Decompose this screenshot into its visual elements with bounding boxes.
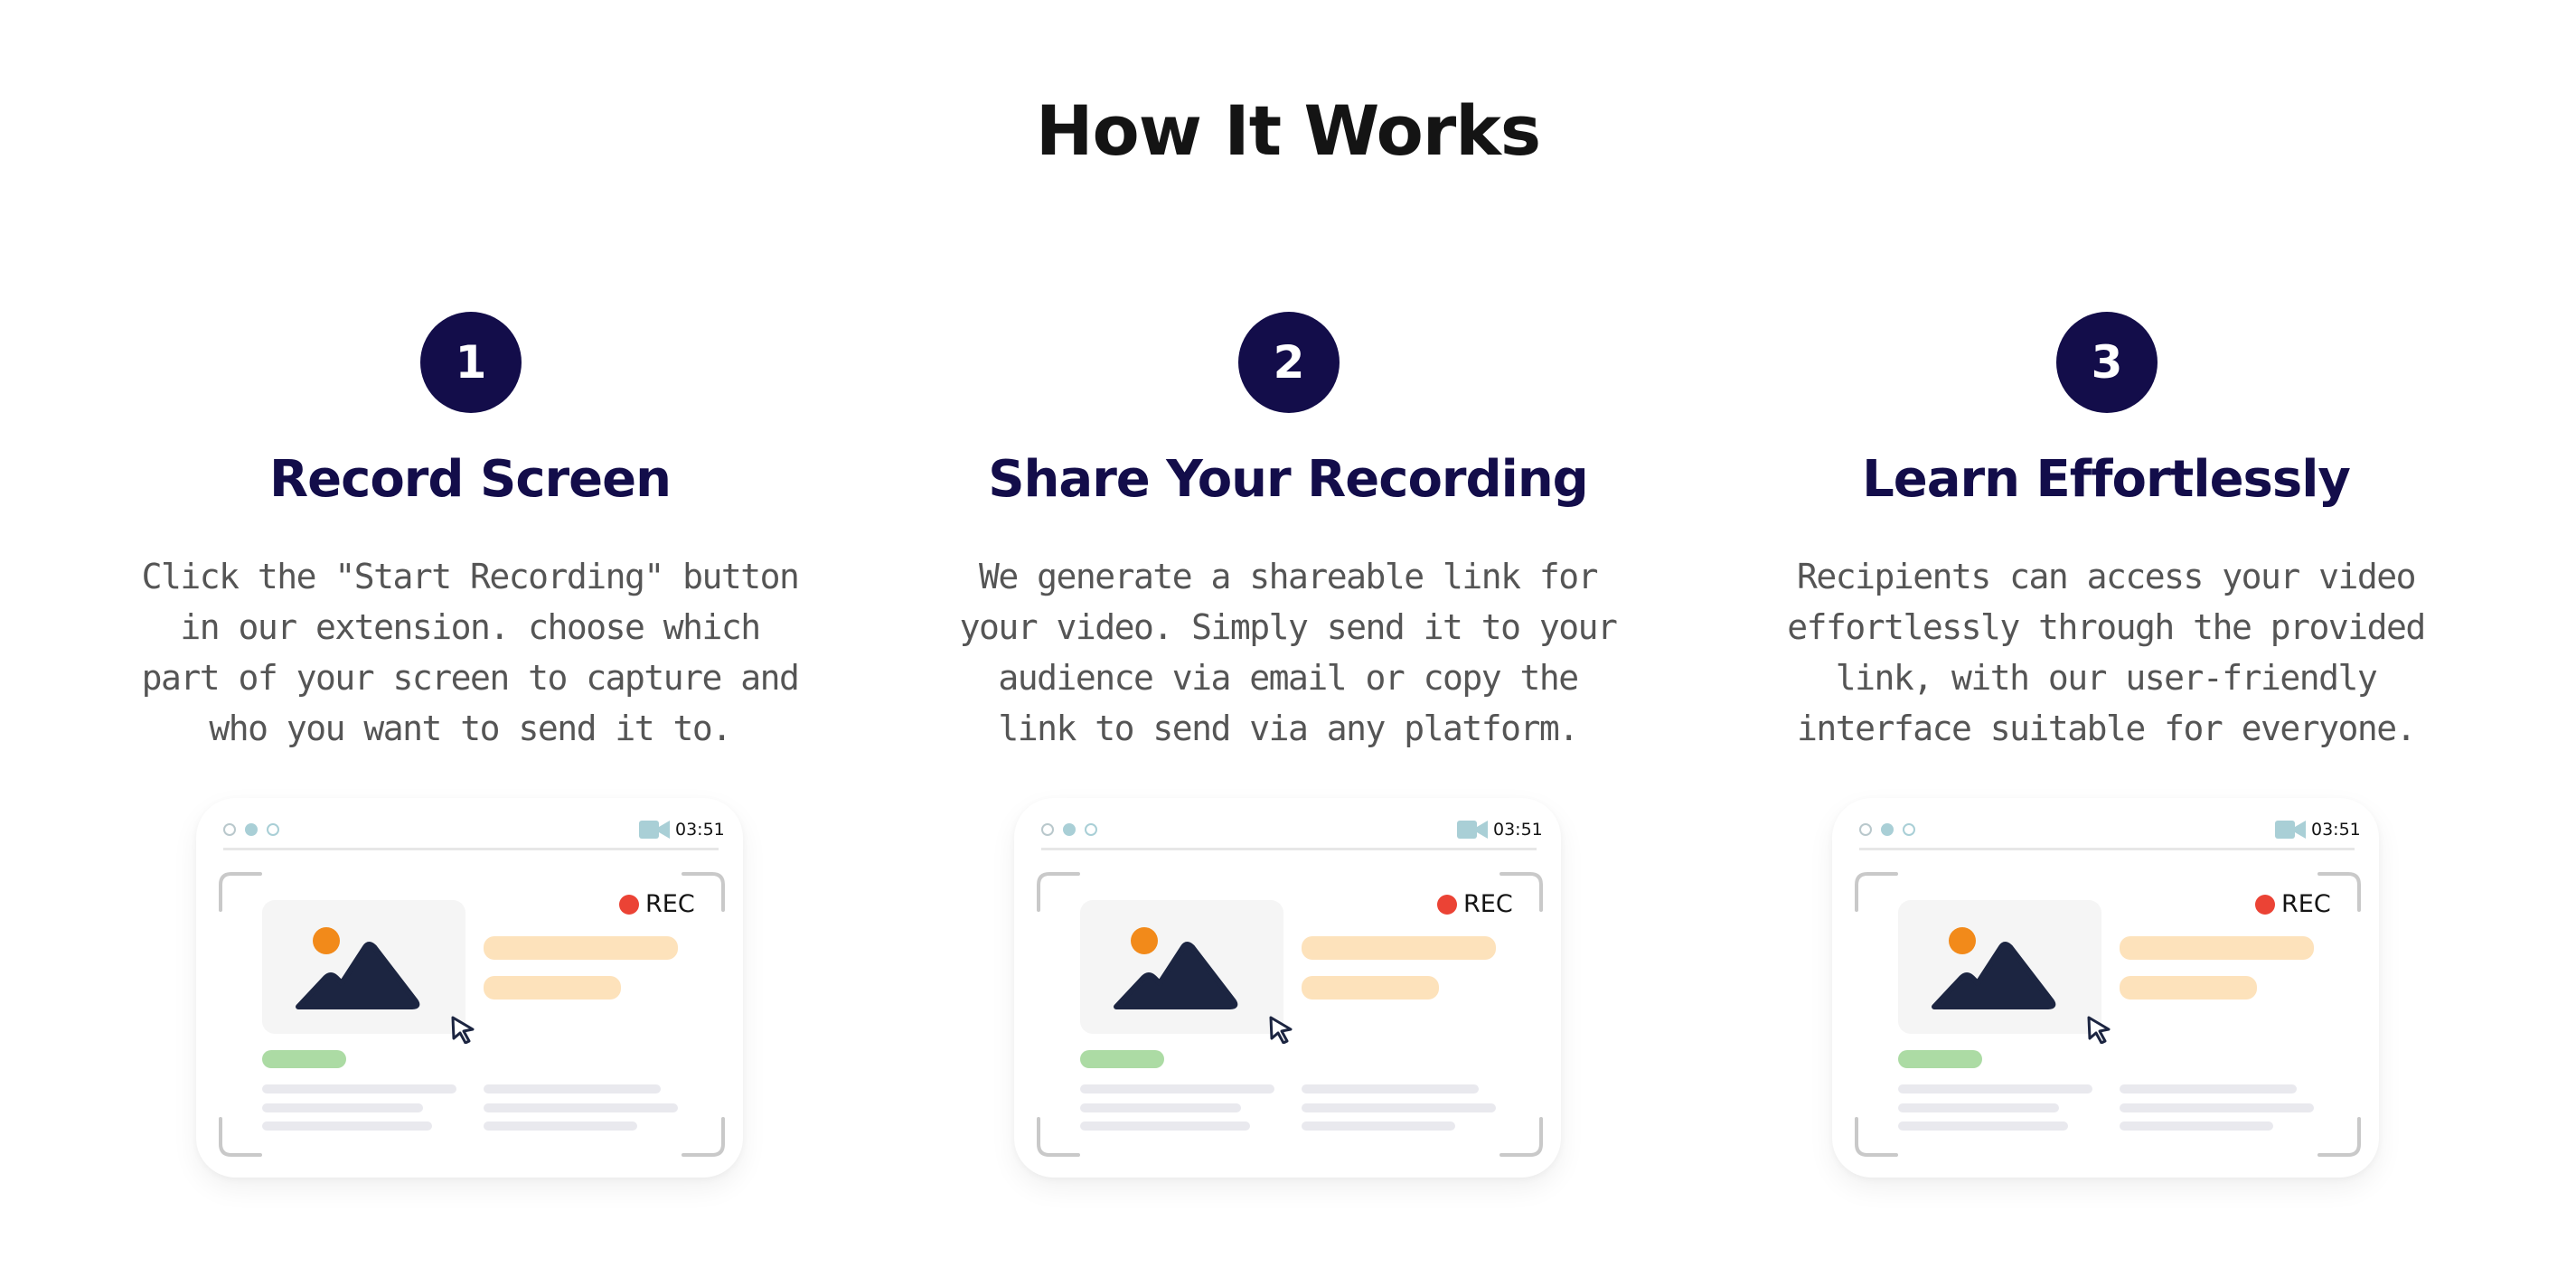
recorder-mockup: 03:51 REC [196, 798, 743, 1178]
recorder-mockup: 03:51 REC [1832, 798, 2379, 1178]
image-placeholder [1898, 900, 2101, 1034]
placeholder-line [1302, 1122, 1455, 1131]
placeholder-bar [2120, 976, 2257, 1000]
steps-row: 1 Record Screen Click the "Start Recordi… [0, 312, 2576, 1234]
window-dot [1063, 823, 1076, 836]
window-dot [223, 823, 236, 836]
image-placeholder [262, 900, 465, 1034]
placeholder-bar [2120, 936, 2314, 960]
placeholder-line [262, 1084, 456, 1093]
placeholder-line [262, 1103, 423, 1112]
video-camera-icon [2275, 821, 2306, 839]
placeholder-line [1898, 1084, 2092, 1093]
step-card-2: 2 Share Your Recording We generate a sha… [945, 312, 1631, 1234]
step-number-badge: 3 [2056, 312, 2158, 413]
placeholder-line [1898, 1122, 2068, 1131]
image-placeholder-icon [1114, 927, 1238, 1009]
placeholder-line [2120, 1103, 2314, 1112]
mockup-window-bar: 03:51 [223, 814, 725, 850]
window-dot [1859, 823, 1872, 836]
mockup-window-bar: 03:51 [1041, 814, 1543, 850]
placeholder-line [1302, 1084, 1479, 1093]
step-description: Click the "Start Recording" button in ou… [141, 557, 800, 748]
window-dot [1881, 823, 1894, 836]
placeholder-bar [1302, 976, 1439, 1000]
placeholder-line [1080, 1084, 1274, 1093]
window-dot [1041, 823, 1054, 836]
placeholder-line [1302, 1103, 1496, 1112]
placeholder-line [484, 1084, 661, 1093]
recording-timer: 03:51 [675, 820, 725, 840]
placeholder-line [484, 1122, 637, 1131]
rec-indicator-dot [619, 895, 639, 915]
step-number-badge: 2 [1238, 312, 1340, 413]
step-title: Learn Effortlessly [1862, 450, 2351, 509]
step-description: We generate a shareable link for your vi… [959, 557, 1618, 748]
placeholder-line [262, 1122, 432, 1131]
rec-label: REC [645, 890, 695, 918]
step-title: Record Screen [269, 450, 672, 509]
video-camera-icon [639, 821, 670, 839]
placeholder-bar [484, 976, 621, 1000]
placeholder-tag [1080, 1050, 1164, 1068]
image-placeholder [1080, 900, 1283, 1034]
placeholder-line [2120, 1122, 2273, 1131]
window-dot [245, 823, 258, 836]
placeholder-bar [484, 936, 678, 960]
step-description: Recipients can access your video effortl… [1787, 557, 2426, 748]
cursor-arrow-icon [2087, 1016, 2111, 1044]
video-camera-icon [1457, 821, 1488, 839]
step-number-badge: 1 [420, 312, 522, 413]
placeholder-line [484, 1103, 678, 1112]
recording-timer: 03:51 [2311, 820, 2361, 840]
mockup-window-bar: 03:51 [1859, 814, 2361, 850]
step-card-1: 1 Record Screen Click the "Start Recordi… [127, 312, 813, 1234]
rec-indicator-dot [2255, 895, 2275, 915]
placeholder-bar [1302, 936, 1496, 960]
placeholder-tag [1898, 1050, 1982, 1068]
placeholder-tag [262, 1050, 346, 1068]
window-dot [267, 823, 279, 836]
section-title: How It Works [1035, 90, 1541, 171]
image-placeholder-icon [296, 927, 420, 1009]
step-title: Share Your Recording [988, 450, 1589, 509]
cursor-arrow-icon [451, 1016, 475, 1044]
placeholder-line [1080, 1122, 1250, 1131]
cursor-arrow-icon [1269, 1016, 1293, 1044]
window-dot [1903, 823, 1915, 836]
recording-timer: 03:51 [1493, 820, 1543, 840]
rec-label: REC [2281, 890, 2331, 918]
recorder-mockup: 03:51 REC [1014, 798, 1561, 1178]
placeholder-line [1898, 1103, 2059, 1112]
window-dot [1085, 823, 1097, 836]
placeholder-line [1080, 1103, 1241, 1112]
rec-indicator-dot [1437, 895, 1457, 915]
step-card-3: 3 Learn Effortlessly Recipients can acce… [1763, 312, 2449, 1234]
placeholder-line [2120, 1084, 2297, 1093]
rec-label: REC [1463, 890, 1513, 918]
image-placeholder-icon [1932, 927, 2056, 1009]
